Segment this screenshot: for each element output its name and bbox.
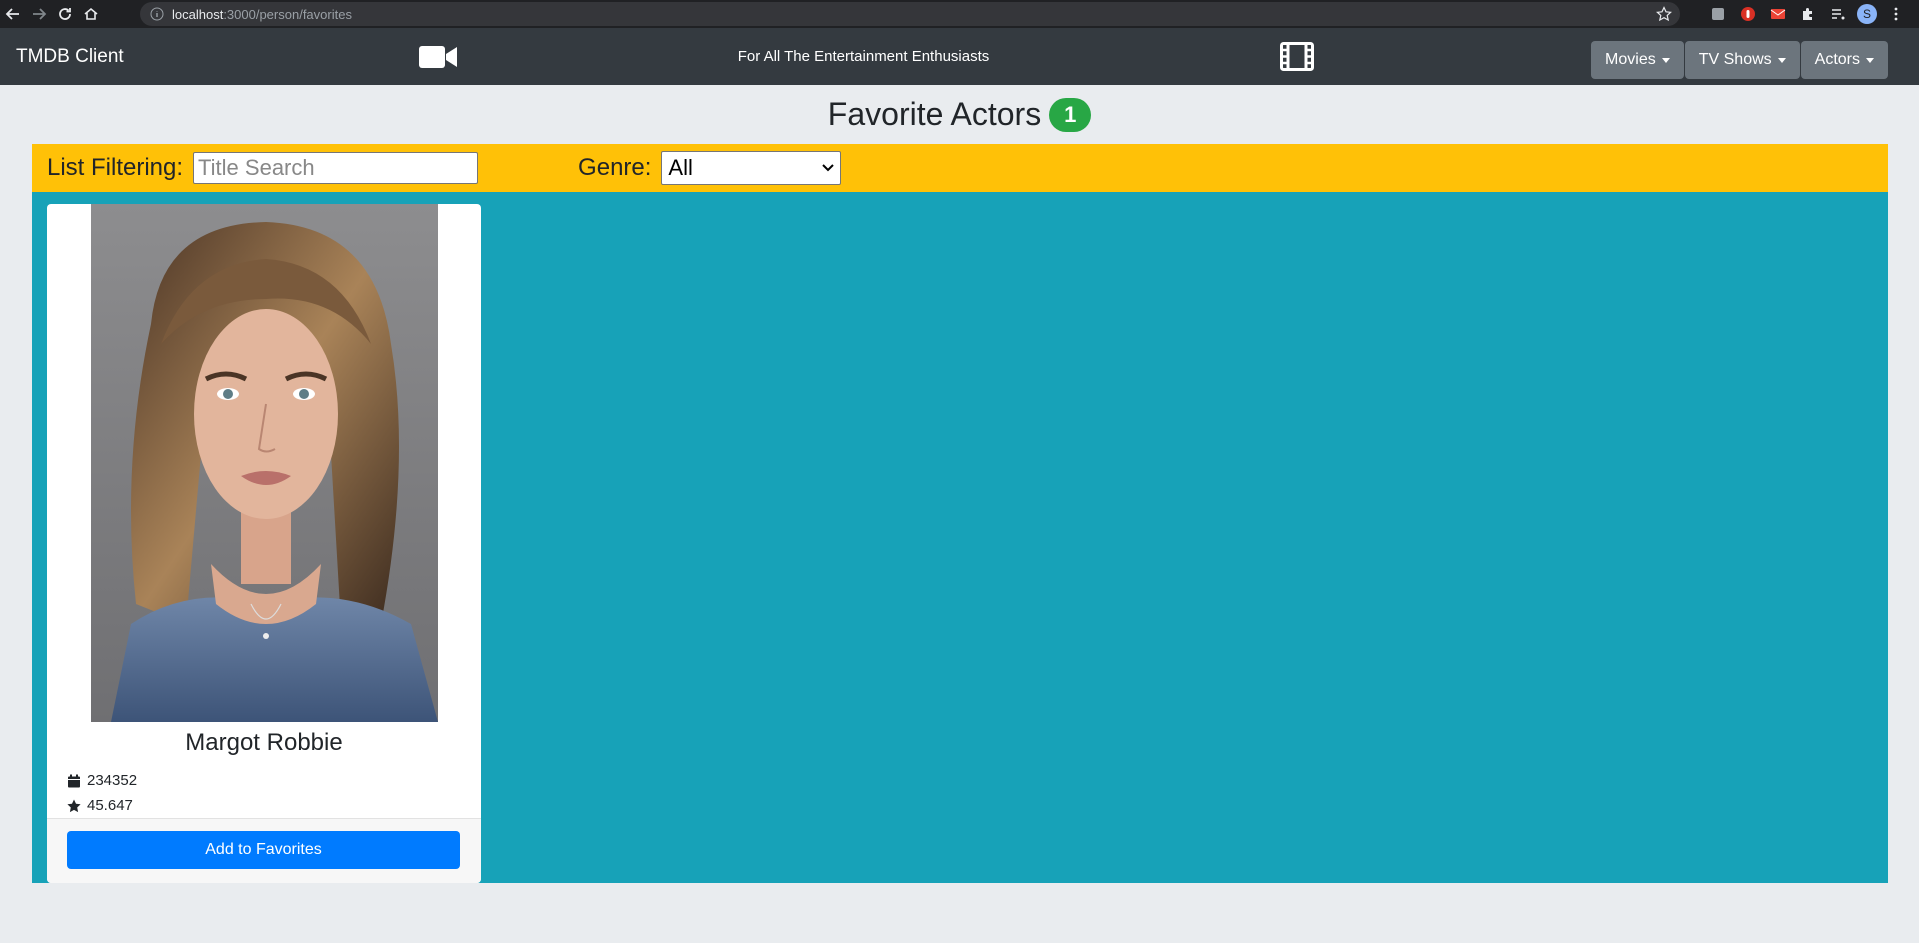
film-icon	[1280, 42, 1314, 71]
title-search-input[interactable]	[193, 152, 479, 184]
playlist-icon	[1832, 9, 1845, 20]
extensions-button[interactable]	[1797, 3, 1819, 25]
genre-select[interactable]: All	[661, 151, 842, 185]
actors-label: Actors	[1814, 51, 1860, 68]
back-button[interactable]	[0, 0, 26, 28]
add-to-favorites-button[interactable]: Add to Favorites	[67, 831, 460, 869]
actor-list: Margot Robbie 234352 45.647 Add to Favor…	[32, 192, 1888, 883]
caret-down-icon	[1866, 57, 1874, 63]
extension-square-icon	[1712, 8, 1724, 20]
movies-dropdown[interactable]: Movies	[1591, 41, 1684, 79]
chevron-down-icon	[822, 164, 835, 172]
bookmark-star-icon[interactable]	[1656, 6, 1672, 22]
actor-card[interactable]: Margot Robbie 234352 45.647 Add to Favor…	[47, 204, 481, 883]
tagline: For All The Entertainment Enthusiasts	[737, 48, 990, 65]
browser-toolbar: localhost:3000/person/favorites S	[0, 0, 1919, 28]
app-navbar: TMDB Client For All The Entertainment En…	[0, 28, 1919, 85]
reload-icon	[59, 8, 71, 20]
home-icon	[84, 7, 98, 20]
arrow-right-icon	[33, 8, 47, 20]
filter-bar: List Filtering: Genre: All	[32, 144, 1888, 192]
genre-selected-value: All	[668, 155, 693, 180]
extension-1[interactable]	[1707, 3, 1729, 25]
reload-button[interactable]	[52, 0, 78, 28]
actor-id-value: 234352	[87, 772, 138, 789]
extensions-area: S	[1707, 3, 1907, 25]
nav-menus: Movies TV Shows Actors	[1591, 41, 1888, 79]
filter-label: List Filtering:	[47, 154, 184, 181]
tv-shows-dropdown[interactable]: TV Shows	[1684, 41, 1800, 79]
actor-photo	[91, 204, 438, 722]
more-vertical-icon	[1894, 7, 1898, 21]
actor-popularity-stat: 45.647	[67, 797, 133, 814]
card-footer: Add to Favorites	[47, 818, 481, 883]
calendar-icon	[68, 774, 80, 787]
profile-avatar[interactable]: S	[1857, 4, 1877, 24]
genre-label: Genre:	[578, 154, 652, 181]
caret-down-icon	[1777, 57, 1786, 63]
url-text: localhost:3000/person/favorites	[172, 6, 352, 22]
tv-shows-label: TV Shows	[1698, 51, 1772, 68]
page-title: Favorite Actors	[827, 96, 1042, 132]
puzzle-icon	[1803, 8, 1812, 20]
actor-id-stat: 234352	[67, 772, 137, 789]
actor-popularity-value: 45.647	[87, 797, 133, 814]
count-badge: 1	[1049, 97, 1092, 132]
extension-3[interactable]	[1767, 3, 1789, 25]
star-icon	[67, 799, 81, 812]
actor-name: Margot Robbie	[185, 729, 343, 756]
arrow-left-icon	[5, 8, 19, 20]
reading-list-button[interactable]	[1827, 3, 1849, 25]
movies-label: Movies	[1605, 51, 1656, 68]
info-icon	[150, 7, 164, 21]
mail-icon	[1770, 9, 1786, 19]
actors-dropdown[interactable]: Actors	[1800, 41, 1888, 79]
home-button[interactable]	[78, 0, 104, 28]
page-heading: Favorite Actors 1	[0, 96, 1919, 133]
address-bar[interactable]: localhost:3000/person/favorites	[140, 2, 1680, 26]
stop-hand-icon	[1741, 7, 1755, 21]
forward-button[interactable]	[26, 0, 52, 28]
caret-down-icon	[1661, 57, 1670, 63]
browser-menu-button[interactable]	[1885, 3, 1907, 25]
extension-2[interactable]	[1737, 3, 1759, 25]
